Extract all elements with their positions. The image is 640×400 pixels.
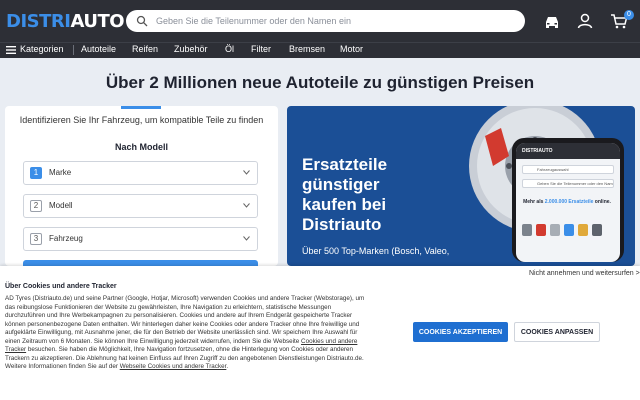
user-icon[interactable] — [576, 12, 594, 30]
cookie-reject-link[interactable]: Nicht annehmen und weitersurfen > — [529, 270, 640, 277]
chevron-down-icon — [243, 170, 250, 175]
cookie-text: AD Tyres (Distriauto.de) und seine Partn… — [5, 295, 365, 370]
phone-search-field: Geben Sie die Teilenummer oder den Namen… — [522, 179, 614, 188]
cart-count-badge: 0 — [624, 10, 634, 20]
select-model[interactable]: 2 Modell — [23, 194, 258, 218]
chevron-down-icon — [243, 236, 250, 241]
select-label: Fahrzeug — [49, 234, 83, 243]
phone-logo: DISTRIAUTO — [522, 148, 553, 154]
nav-item-bremsen[interactable]: Bremsen — [289, 44, 325, 54]
nav-item-oel[interactable]: Öl — [225, 44, 234, 54]
nav-item-autoteile[interactable]: Autoteile — [81, 44, 116, 54]
logo-part-1: DISTRI — [6, 11, 71, 32]
active-tab-indicator — [121, 106, 161, 109]
step-number: 1 — [30, 167, 42, 179]
cookie-title: Über Cookies und andere Tracker — [5, 283, 117, 290]
phone-promo-text: Mehr als 2.000.000 Ersatzteile online. — [523, 199, 611, 205]
phone-vehicle-field: Fahrzeugauswahl — [522, 165, 614, 174]
accept-cookies-button[interactable]: COOKIES AKZEPTIEREN — [413, 322, 508, 342]
nav-item-zubehoer[interactable]: Zubehör — [174, 44, 208, 54]
part-thumbnail — [522, 224, 532, 236]
select-label: Modell — [49, 201, 73, 210]
select-brand[interactable]: 1 Marke — [23, 161, 258, 185]
nav-categories[interactable]: Kategorien — [20, 44, 64, 54]
part-thumbnail — [592, 224, 602, 236]
promo-title: Ersatzteile günstiger kaufen bei Distria… — [302, 155, 388, 234]
part-thumbnail — [550, 224, 560, 236]
nav-item-reifen[interactable]: Reifen — [132, 44, 158, 54]
nav-item-filter[interactable]: Filter — [251, 44, 271, 54]
select-vehicle[interactable]: 3 Fahrzeug — [23, 227, 258, 251]
vehicle-selector-mode: Nach Modell — [114, 142, 168, 152]
search-input[interactable] — [156, 13, 516, 29]
step-number: 3 — [30, 233, 42, 245]
nav-item-motor[interactable]: Motor — [340, 44, 363, 54]
promo-subtitle: Über 500 Top-Marken (Bosch, Valeo, — [302, 246, 450, 256]
part-thumbnail — [536, 224, 546, 236]
logo[interactable]: DISTRIAUTO — [6, 11, 125, 32]
chevron-down-icon — [243, 203, 250, 208]
logo-part-2: AUTO — [70, 11, 125, 32]
nav-divider — [73, 45, 74, 55]
vehicle-selector-intro: Identifizieren Sie Ihr Fahrzeug, um komp… — [19, 115, 264, 125]
menu-icon[interactable] — [6, 46, 16, 54]
search-icon[interactable] — [136, 15, 148, 27]
search-bar — [126, 10, 525, 32]
page-title: Über 2 Millionen neue Autoteile zu günst… — [105, 73, 535, 92]
cookie-policy-page-link[interactable]: Webseite Cookies und andere Tracker — [120, 363, 227, 370]
car-icon[interactable] — [543, 12, 561, 30]
select-label: Marke — [49, 168, 72, 177]
part-thumbnail — [578, 224, 588, 236]
adjust-cookies-button[interactable]: COOKIES ANPASSEN — [514, 322, 600, 342]
part-thumbnail — [564, 224, 574, 236]
step-number: 2 — [30, 200, 42, 212]
